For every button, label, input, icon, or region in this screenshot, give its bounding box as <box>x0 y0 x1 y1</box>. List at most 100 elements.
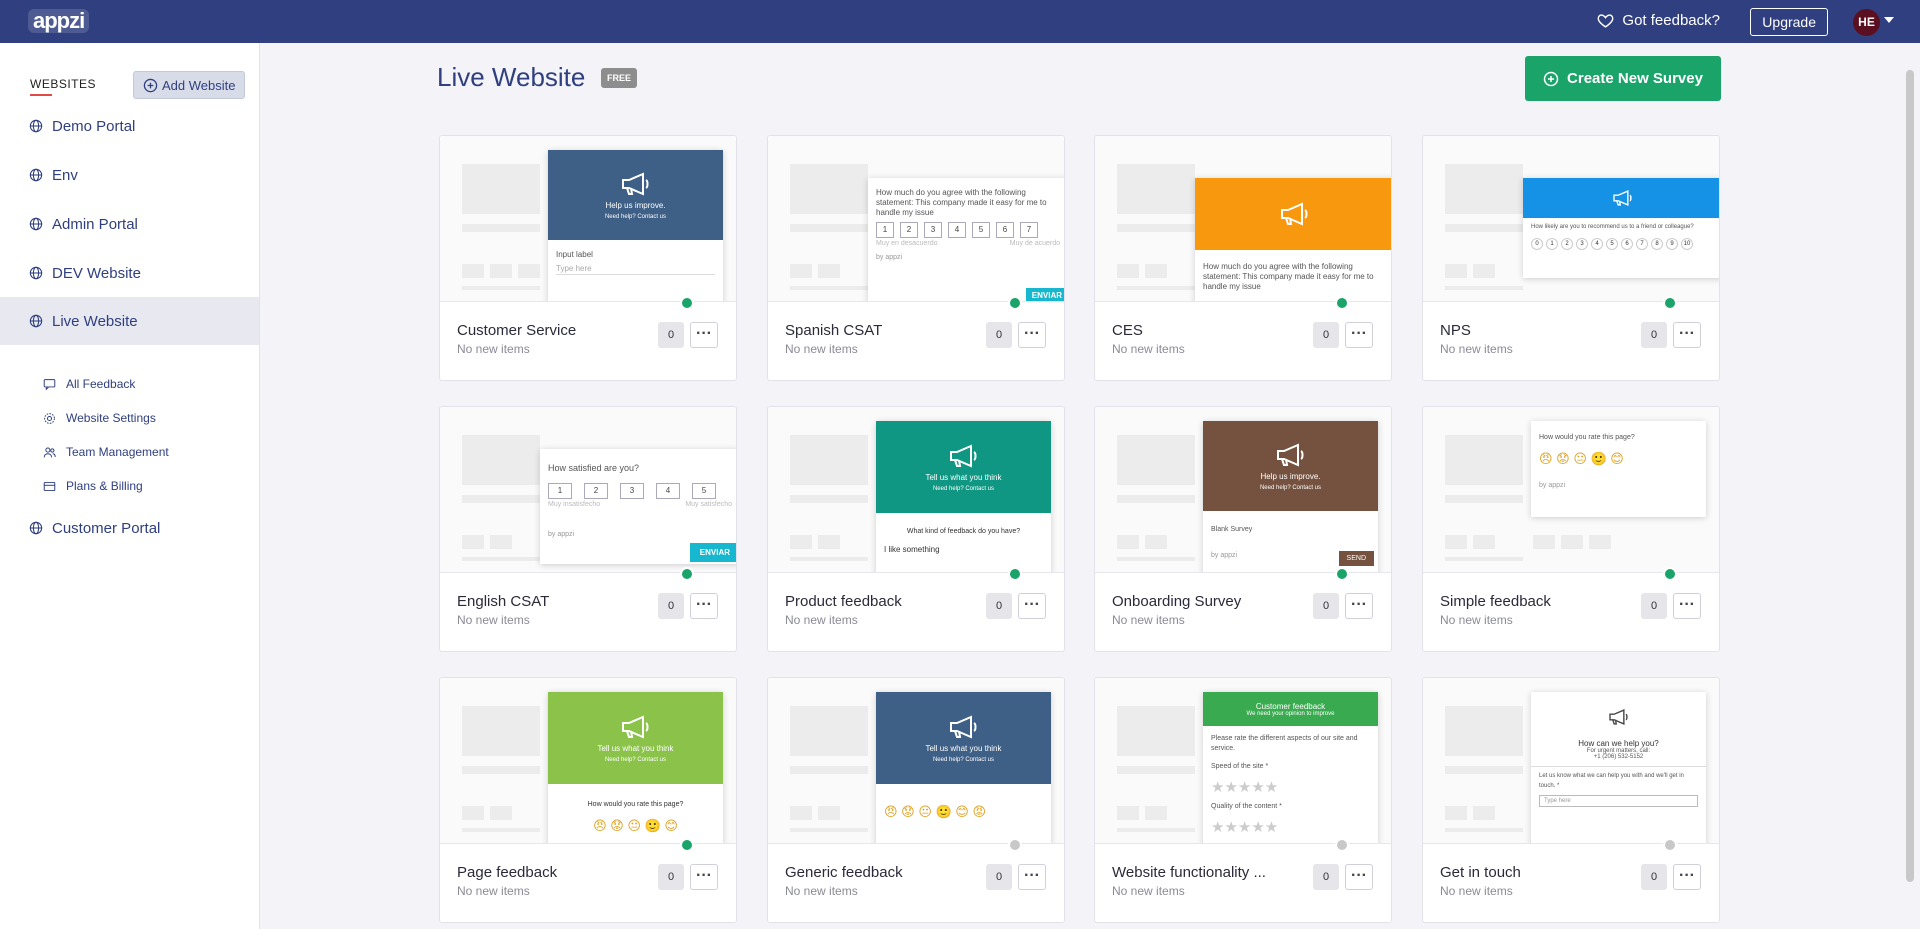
survey-name[interactable]: Get in touch <box>1440 864 1521 881</box>
feedback-count-badge: 0 <box>658 864 684 890</box>
page-scrollbar[interactable] <box>1906 70 1914 882</box>
survey-card[interactable]: How can we help you? For urgent matters,… <box>1422 677 1720 923</box>
sidebar-item-env[interactable]: Env <box>0 151 259 199</box>
survey-card[interactable]: How satisfied are you? 12345 Muy insatis… <box>439 406 737 652</box>
sidebar-subitem-plans-billing[interactable]: Plans & Billing <box>43 479 143 493</box>
preview-label-speed: Speed of the site * <box>1211 763 1269 770</box>
more-options-button[interactable]: ··· <box>690 593 718 619</box>
preview-heading: Help us improve. <box>1260 471 1321 481</box>
survey-card[interactable]: How much do you agree with the following… <box>1094 135 1392 381</box>
survey-preview[interactable]: Customer feedback We need your opinion t… <box>1095 678 1391 844</box>
survey-name[interactable]: Onboarding Survey <box>1112 593 1241 610</box>
survey-card[interactable]: Tell us what you think Need help? Contac… <box>767 406 1065 652</box>
preview-body: What kind of feedback do you have? <box>906 528 1021 535</box>
survey-card[interactable]: Help us improve. Need help? Contact us I… <box>439 135 737 381</box>
upgrade-button[interactable]: Upgrade <box>1750 8 1828 36</box>
survey-preview[interactable]: Help us improve. Need help? Contact us B… <box>1095 407 1391 573</box>
preview-subtext: We need your opinion to improve <box>1246 710 1335 717</box>
survey-card[interactable]: How would you rate this page? 😠 😟 😐 🙂 😊 … <box>1422 406 1720 652</box>
survey-card[interactable]: How much do you agree with the following… <box>767 135 1065 381</box>
survey-preview[interactable]: How likely are you to recommend us to a … <box>1423 136 1719 302</box>
survey-name[interactable]: Website functionality ... <box>1112 864 1266 881</box>
survey-name[interactable]: NPS <box>1440 322 1471 339</box>
powered-by: by appzi <box>1539 482 1566 489</box>
megaphone-icon <box>1276 442 1303 467</box>
card-icon <box>43 481 56 491</box>
sidebar-item-label: Env <box>52 166 78 184</box>
more-options-button[interactable]: ··· <box>1018 322 1046 348</box>
more-options-button[interactable]: ··· <box>690 322 718 348</box>
status-indicator <box>1663 838 1677 852</box>
more-options-button[interactable]: ··· <box>690 864 718 890</box>
sidebar-item-admin-portal[interactable]: Admin Portal <box>0 200 259 248</box>
emoji-rating: 😠 😟 😐 🙂 😊 <box>593 818 678 833</box>
chevron-down-icon[interactable] <box>1884 17 1894 23</box>
survey-name[interactable]: Generic feedback <box>785 864 903 881</box>
more-options-button[interactable]: ··· <box>1673 864 1701 890</box>
survey-preview[interactable]: Tell us what you think Need help? Contac… <box>768 407 1064 573</box>
chat-icon <box>43 378 56 391</box>
more-options-button[interactable]: ··· <box>1018 593 1046 619</box>
add-website-button[interactable]: Add Website <box>133 71 246 99</box>
survey-name[interactable]: Customer Service <box>457 322 576 339</box>
survey-name[interactable]: Product feedback <box>785 593 902 610</box>
megaphone-icon <box>1281 202 1308 226</box>
more-options-button[interactable]: ··· <box>1018 864 1046 890</box>
sidebar-subitem-team-management[interactable]: Team Management <box>43 445 169 459</box>
survey-name[interactable]: CES <box>1112 322 1143 339</box>
survey-preview[interactable]: Tell us what you think Need help? Contac… <box>440 678 736 844</box>
more-options-button[interactable]: ··· <box>1673 322 1701 348</box>
sidebar-item-demo-portal[interactable]: Demo Portal <box>0 102 259 150</box>
preview-heading: Customer feedback <box>1255 701 1326 711</box>
preview-heading: Tell us what you think <box>925 743 1002 753</box>
preview-subtext: Need help? Contact us <box>1259 484 1322 491</box>
sub-item-label: All Feedback <box>66 377 136 391</box>
preview-body: How would you rate this page? <box>587 801 684 808</box>
more-options-button[interactable]: ··· <box>1673 593 1701 619</box>
create-new-survey-button[interactable]: Create New Survey <box>1525 56 1721 101</box>
survey-card[interactable]: Help us improve. Need help? Contact us B… <box>1094 406 1392 652</box>
survey-preview[interactable]: How would you rate this page? 😠 😟 😐 🙂 😊 … <box>1423 407 1719 573</box>
survey-name[interactable]: Simple feedback <box>1440 593 1551 610</box>
survey-card[interactable]: Tell us what you think Need help? Contac… <box>439 677 737 923</box>
preview-submit: SEND <box>1338 551 1374 566</box>
status-indicator <box>1663 567 1677 581</box>
sidebar-item-live-website[interactable]: Live Website <box>0 297 259 345</box>
more-options-button[interactable]: ··· <box>1345 322 1373 348</box>
survey-card[interactable]: Customer feedback We need your opinion t… <box>1094 677 1392 923</box>
sidebar-item-label: Live Website <box>52 312 138 330</box>
preview-body: Blank Survey <box>1211 526 1253 533</box>
survey-card[interactable]: How likely are you to recommend us to a … <box>1422 135 1720 381</box>
preview-body: Input label <box>556 250 593 259</box>
survey-name[interactable]: Spanish CSAT <box>785 322 882 339</box>
survey-preview[interactable]: How much do you agree with the following… <box>768 136 1064 302</box>
survey-card[interactable]: Tell us what you think Need help? Contac… <box>767 677 1065 923</box>
survey-name[interactable]: English CSAT <box>457 593 549 610</box>
feedback-count-badge: 0 <box>986 322 1012 348</box>
survey-preview[interactable]: Tell us what you think Need help? Contac… <box>768 678 1064 844</box>
survey-preview[interactable]: Help us improve. Need help? Contact us I… <box>440 136 736 302</box>
sidebar-item-customer-portal[interactable]: Customer Portal <box>0 504 259 552</box>
preview-phone: +1 (206) 532-5152 <box>1531 754 1706 767</box>
scale-high-label: Muy satisfecho <box>685 501 732 508</box>
feedback-count-badge: 0 <box>1313 322 1339 348</box>
preview-subtext: Need help? Contact us <box>604 756 667 763</box>
more-options-button[interactable]: ··· <box>1345 593 1373 619</box>
preview-option: I like something <box>884 545 940 554</box>
got-feedback-link[interactable]: Got feedback? <box>1597 12 1720 29</box>
sidebar-subitem-website-settings[interactable]: Website Settings <box>43 411 156 425</box>
survey-preview[interactable]: How can we help you? For urgent matters,… <box>1423 678 1719 844</box>
preview-placeholder: Type here <box>1539 795 1698 807</box>
preview-body: Let us know what we can help you with an… <box>1539 773 1684 789</box>
survey-name[interactable]: Page feedback <box>457 864 557 881</box>
survey-preview[interactable]: How satisfied are you? 12345 Muy insatis… <box>440 407 736 573</box>
sidebar-subitem-all-feedback[interactable]: All Feedback <box>43 377 135 391</box>
heart-icon <box>1598 14 1614 28</box>
more-options-button[interactable]: ··· <box>1345 864 1373 890</box>
sidebar-item-dev-website[interactable]: DEV Website <box>0 249 259 297</box>
appzi-logo[interactable]: appzi <box>28 9 90 33</box>
survey-preview[interactable]: How much do you agree with the following… <box>1095 136 1391 302</box>
preview-heading: Help us improve. <box>605 200 666 210</box>
survey-status-text: No new items <box>457 342 530 356</box>
avatar[interactable]: HE <box>1853 9 1880 36</box>
